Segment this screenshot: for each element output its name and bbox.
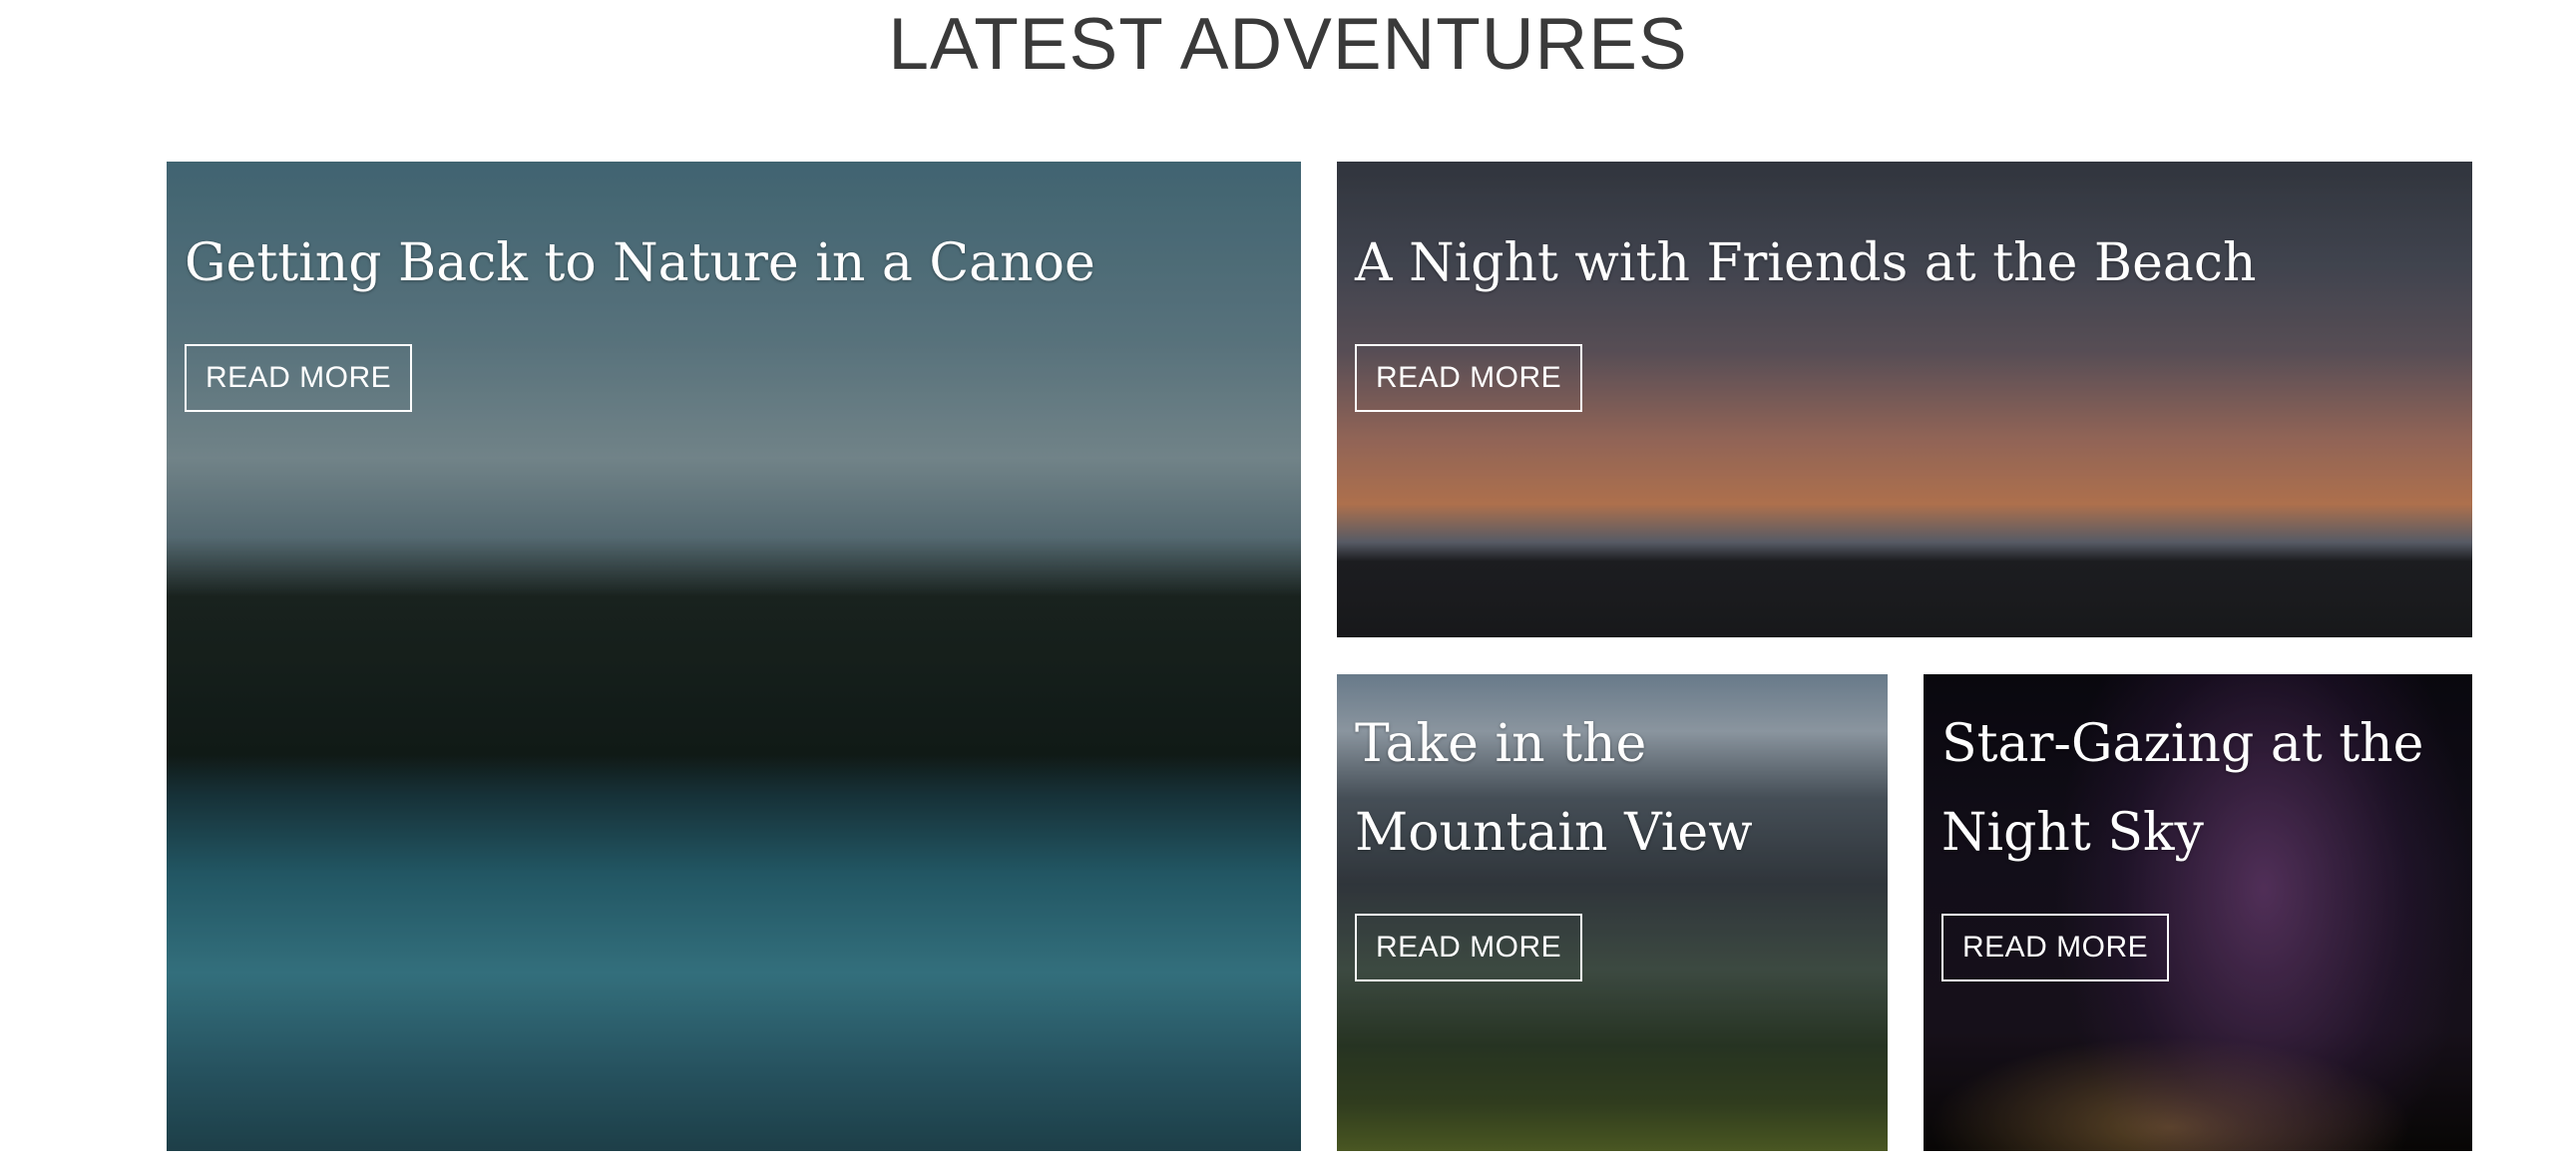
adventure-card-canoe[interactable]: Getting Back to Nature in a Canoe READ M… (167, 162, 1301, 1151)
read-more-button[interactable]: READ MORE (1355, 344, 1583, 412)
card-title-line: Take in the (1355, 714, 1647, 774)
read-more-button[interactable]: READ MORE (1355, 914, 1583, 981)
card-title[interactable]: Getting Back to Nature in a Canoe (185, 219, 1283, 308)
card-title[interactable]: A Night with Friends at the Beach (1355, 219, 2454, 308)
read-more-button[interactable]: READ MORE (1941, 914, 2170, 981)
adventure-card-stars[interactable]: Star-Gazing at the Night Sky READ MORE (1924, 674, 2472, 1151)
card-title-line: Mountain View (1355, 803, 1753, 863)
card-title[interactable]: Take in the Mountain View (1355, 700, 1870, 878)
card-title-line: Night Sky (1941, 803, 2204, 863)
section-title: LATEST ADVENTURES (888, 4, 1688, 85)
card-title[interactable]: Star-Gazing at the Night Sky (1941, 700, 2454, 878)
card-title-line: Star-Gazing at the (1941, 714, 2424, 774)
adventure-card-mountain[interactable]: Take in the Mountain View READ MORE (1337, 674, 1888, 1151)
adventure-card-beach[interactable]: A Night with Friends at the Beach READ M… (1337, 162, 2472, 637)
read-more-button[interactable]: READ MORE (185, 344, 413, 412)
